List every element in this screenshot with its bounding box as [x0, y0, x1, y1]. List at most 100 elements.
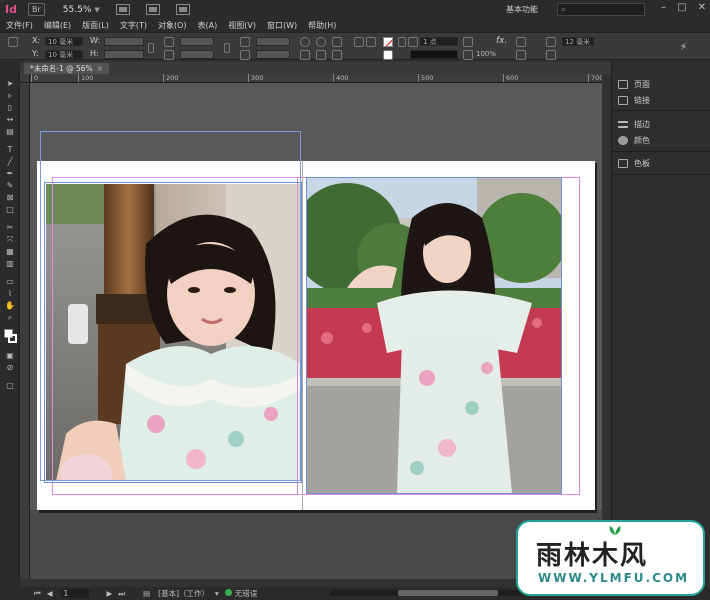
menu-window[interactable]: 窗口(W) [261, 19, 302, 32]
stroke-type-select[interactable] [410, 50, 458, 59]
selection-tool-icon[interactable]: ➤ [5, 79, 15, 88]
gradient-feather-tool-icon[interactable]: ▥ [5, 259, 15, 268]
pencil-tool-icon[interactable]: ✎ [5, 181, 15, 190]
links-panel-tab[interactable]: 链接 [618, 95, 650, 106]
scale-y-icon[interactable] [164, 50, 174, 60]
chevron-down-icon[interactable]: ▼ [94, 6, 99, 14]
menu-help[interactable]: 帮助(H) [302, 19, 341, 32]
screen-mode-tool-icon[interactable]: ▢ [5, 381, 15, 390]
stroke-color-swatch[interactable] [8, 334, 17, 343]
last-page-icon[interactable]: ⏭ [118, 589, 125, 599]
pages-panel-tab[interactable]: 页面 [618, 79, 650, 90]
fill-swatch-none[interactable] [383, 37, 393, 47]
close-tab-icon[interactable]: × [97, 64, 103, 73]
select-next-icon[interactable] [366, 37, 376, 47]
rectangle-tool-icon[interactable]: □ [5, 205, 15, 214]
page-number-field[interactable]: 1 [60, 589, 89, 598]
menu-table[interactable]: 表(A) [192, 19, 223, 32]
bridge-button[interactable]: Br [28, 3, 45, 16]
quick-apply-icon[interactable]: ⚡ [680, 43, 690, 53]
drop-shadow-icon[interactable] [516, 37, 526, 47]
menu-view[interactable]: 视图(V) [222, 19, 261, 32]
height-field[interactable] [104, 50, 144, 59]
vertical-ruler[interactable] [20, 83, 30, 579]
fit-frame-icon[interactable] [546, 37, 556, 47]
menu-object[interactable]: 对象(O) [152, 19, 192, 32]
menu-edit[interactable]: 编辑(E) [38, 19, 76, 32]
opacity-value[interactable]: 100% [476, 50, 496, 58]
fit-content-icon[interactable] [546, 50, 556, 60]
reference-point-icon[interactable] [8, 37, 18, 47]
eyedropper-tool-icon[interactable]: ⌇ [5, 289, 15, 298]
scale-x-field[interactable] [180, 37, 214, 46]
width-field[interactable] [104, 37, 144, 46]
scrollbar-thumb[interactable] [398, 590, 498, 596]
open-page-icon[interactable]: ▤ [143, 589, 150, 598]
close-icon[interactable]: ✕ [698, 2, 706, 13]
scale-x-icon[interactable] [164, 37, 174, 47]
screen-mode-icon[interactable] [145, 4, 160, 15]
fill-dropdown-icon[interactable] [398, 37, 406, 47]
stroke-weight-icon[interactable] [408, 37, 418, 47]
maximize-icon[interactable]: □ [677, 2, 686, 13]
view-options-icon[interactable] [115, 4, 130, 15]
stroke-panel-tab[interactable]: 描边 [618, 119, 650, 130]
horizontal-ruler[interactable]: 0 100 200 300 400 500 600 700 800 [30, 74, 602, 83]
select-previous-icon[interactable] [354, 37, 364, 47]
gradient-swatch-tool-icon[interactable]: ▦ [5, 247, 15, 256]
formatting-affects-icon[interactable]: ▣ [5, 351, 15, 360]
constrain-proportions-icon[interactable] [148, 43, 154, 53]
type-tool-icon[interactable]: T [5, 145, 15, 154]
shear-icon[interactable] [240, 50, 250, 60]
workspace-switcher[interactable]: 基本功能 [506, 4, 538, 15]
rotate-ccw-icon[interactable] [316, 37, 326, 47]
content-collector-icon[interactable]: ▤ [5, 127, 15, 136]
note-tool-icon[interactable]: ▭ [5, 277, 15, 286]
color-panel-tab[interactable]: 颜色 [618, 135, 650, 146]
select-content-icon[interactable] [332, 50, 342, 60]
master-label[interactable]: [基本]（工作） [158, 588, 209, 599]
menu-file[interactable]: 文件(F) [0, 19, 38, 32]
x-position-field[interactable]: 10 毫米 [45, 37, 83, 46]
search-input[interactable]: ⌕ [557, 3, 645, 16]
minimize-icon[interactable]: – [661, 2, 666, 13]
menu-layout[interactable]: 版面(L) [76, 19, 114, 32]
flip-horizontal-icon[interactable] [332, 37, 342, 47]
next-page-icon[interactable]: ▶ [107, 589, 113, 598]
opacity-icon[interactable] [463, 50, 473, 60]
flip-vertical-icon[interactable] [300, 50, 310, 60]
direct-selection-tool-icon[interactable]: ▹ [5, 91, 15, 100]
first-page-icon[interactable]: ⏮ [34, 589, 41, 599]
swatches-panel-tab[interactable]: 色板 [618, 158, 650, 169]
apply-none-icon[interactable]: ⊘ [5, 363, 15, 372]
constrain-scale-icon[interactable] [224, 43, 230, 53]
pen-tool-icon[interactable]: ✒ [5, 169, 15, 178]
free-transform-tool-icon[interactable]: ⤧ [5, 235, 15, 244]
selected-frame-outline[interactable] [40, 131, 301, 481]
align-icon[interactable] [516, 50, 526, 60]
chevron-down-icon[interactable]: ▾ [215, 589, 219, 598]
rotate-field[interactable] [256, 37, 290, 46]
zoom-level[interactable]: 55.5% [63, 5, 92, 15]
menu-type[interactable]: 文字(T) [114, 19, 152, 32]
line-tool-icon[interactable]: ╱ [5, 157, 15, 166]
frame-inset-field[interactable]: 12 毫米 [562, 37, 594, 46]
text-wrap-icon[interactable] [463, 37, 473, 47]
document-tab[interactable]: *未命名-1 @ 56% × [24, 63, 109, 74]
page-tool-icon[interactable]: ▯ [5, 103, 15, 112]
y-position-field[interactable]: 10 毫米 [45, 50, 83, 59]
ruler-origin[interactable] [20, 74, 30, 83]
rectangle-frame-tool-icon[interactable]: ⊠ [5, 193, 15, 202]
gap-tool-icon[interactable]: ↔ [5, 115, 15, 124]
scissors-tool-icon[interactable]: ✂ [5, 223, 15, 232]
rotate-cw-icon[interactable] [300, 37, 310, 47]
rotate-icon[interactable] [240, 37, 250, 47]
arrange-documents-icon[interactable] [175, 4, 190, 15]
shear-field[interactable] [256, 50, 290, 59]
effects-icon[interactable]: fx. [496, 36, 507, 46]
preflight-status[interactable]: 无错误 [224, 588, 257, 599]
prev-page-icon[interactable]: ◀ [47, 589, 53, 598]
select-container-icon[interactable] [316, 50, 326, 60]
stroke-swatch[interactable] [383, 50, 393, 60]
scale-y-field[interactable] [180, 50, 214, 59]
